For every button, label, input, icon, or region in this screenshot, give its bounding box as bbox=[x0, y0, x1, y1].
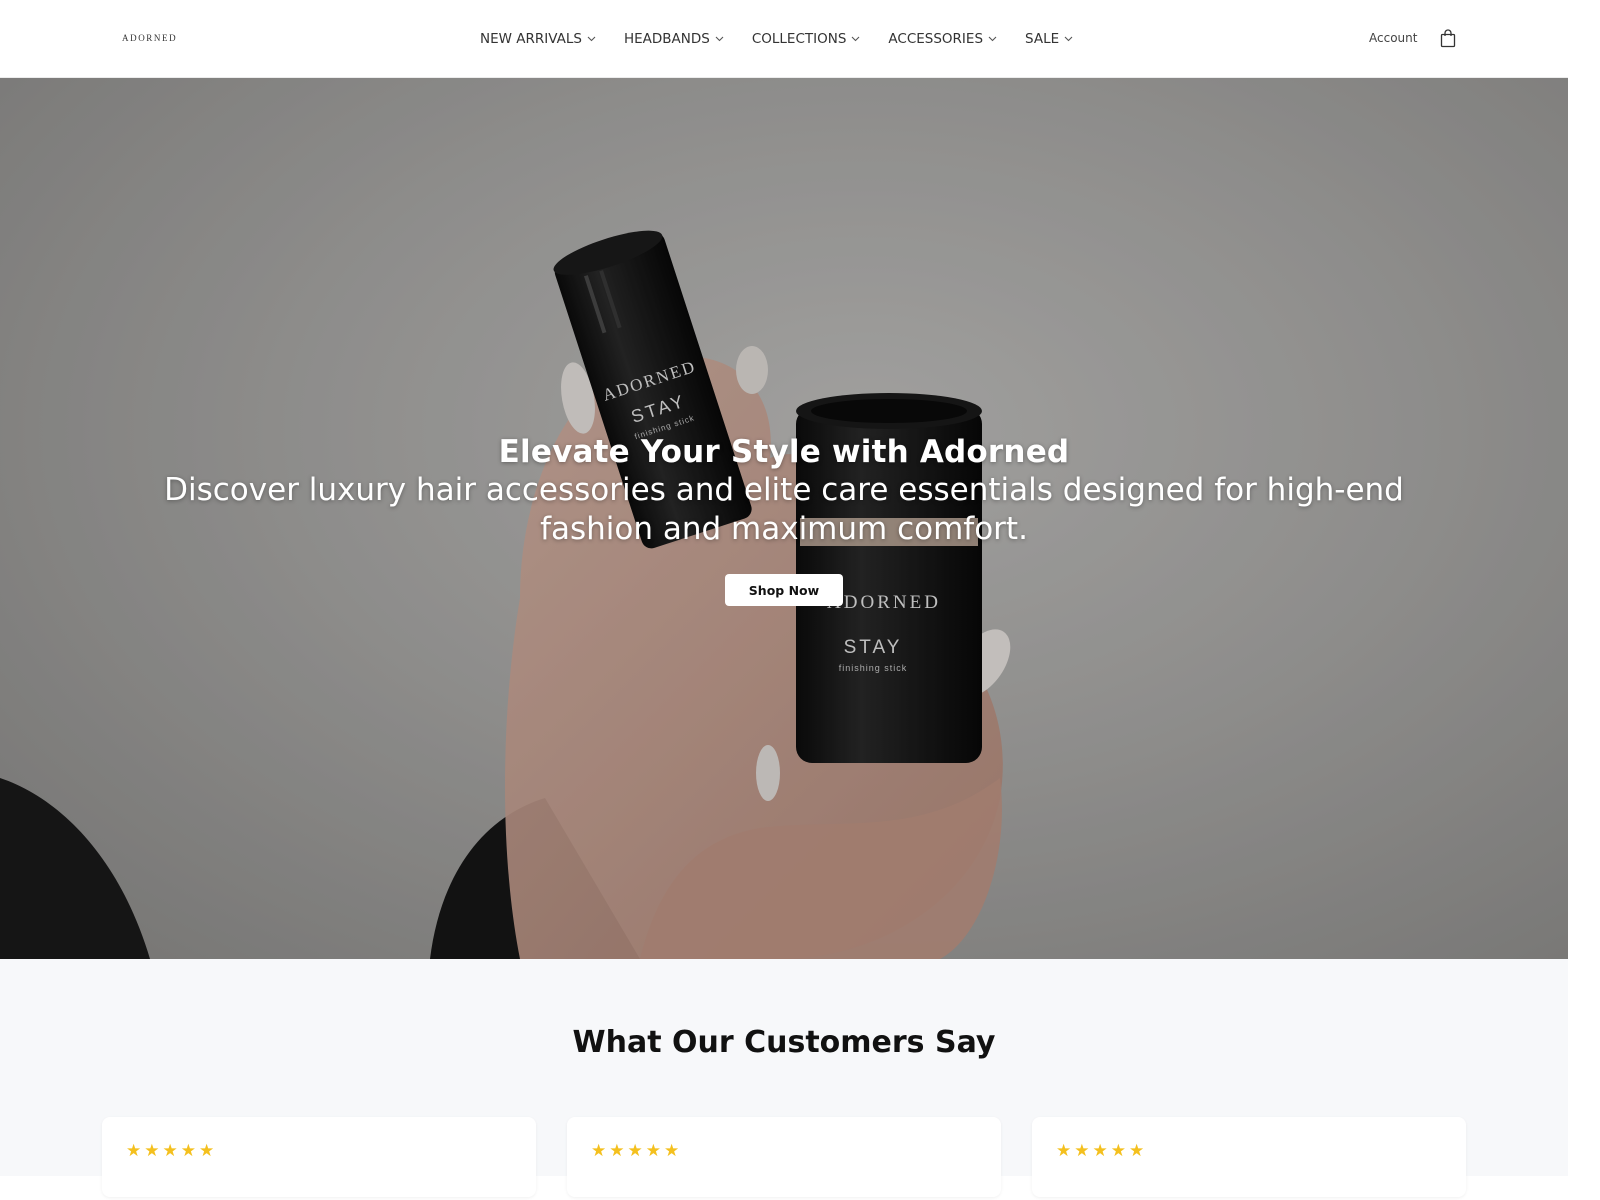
nav-label: HEADBANDS bbox=[623, 31, 710, 47]
star-rating: ★★★★★ bbox=[1056, 1141, 1148, 1161]
shopping-bag-icon[interactable] bbox=[1440, 29, 1456, 48]
chevron-down-icon bbox=[715, 36, 724, 42]
review-card: ★★★★★ bbox=[102, 1117, 536, 1197]
site-header: ADORNED NEW ARRIVALS HEADBANDS COLLECTIO… bbox=[0, 0, 1568, 78]
nav-sale[interactable]: SALE bbox=[1025, 31, 1073, 47]
star-rating: ★★★★★ bbox=[591, 1141, 683, 1161]
chevron-down-icon bbox=[851, 36, 860, 42]
star-rating: ★★★★★ bbox=[126, 1141, 218, 1161]
review-card: ★★★★★ bbox=[1032, 1117, 1466, 1197]
review-card: ★★★★★ bbox=[567, 1117, 1001, 1197]
nav-label: ACCESSORIES bbox=[888, 31, 984, 47]
chevron-down-icon bbox=[1064, 36, 1073, 42]
nav-accessories[interactable]: ACCESSORIES bbox=[888, 31, 997, 47]
nav-label: SALE bbox=[1025, 31, 1060, 47]
shop-now-button[interactable]: Shop Now bbox=[725, 574, 843, 606]
nav-label: NEW ARRIVALS bbox=[480, 31, 582, 47]
hero-section: ADORNED STAY finishing stick ADORNED STA… bbox=[0, 78, 1568, 959]
nav-headbands[interactable]: HEADBANDS bbox=[624, 31, 724, 47]
logo[interactable]: ADORNED bbox=[122, 33, 177, 43]
nav-new-arrivals[interactable]: NEW ARRIVALS bbox=[480, 31, 596, 47]
nav-label: COLLECTIONS bbox=[751, 31, 847, 47]
section-title: What Our Customers Say bbox=[572, 1025, 996, 1060]
chevron-down-icon bbox=[587, 36, 596, 42]
nav-collections[interactable]: COLLECTIONS bbox=[752, 31, 861, 47]
main-nav: NEW ARRIVALS HEADBANDS COLLECTIONS ACCES… bbox=[480, 28, 1073, 50]
account-link[interactable]: Account bbox=[1369, 31, 1417, 45]
hero-subtitle: Discover luxury hair accessories and eli… bbox=[164, 472, 1404, 547]
hero-title: Elevate Your Style with Adorned bbox=[498, 434, 1070, 470]
chevron-down-icon bbox=[988, 36, 997, 42]
testimonials-section: What Our Customers Say ★★★★★ ★★★★★ ★★★★★ bbox=[0, 959, 1568, 1197]
